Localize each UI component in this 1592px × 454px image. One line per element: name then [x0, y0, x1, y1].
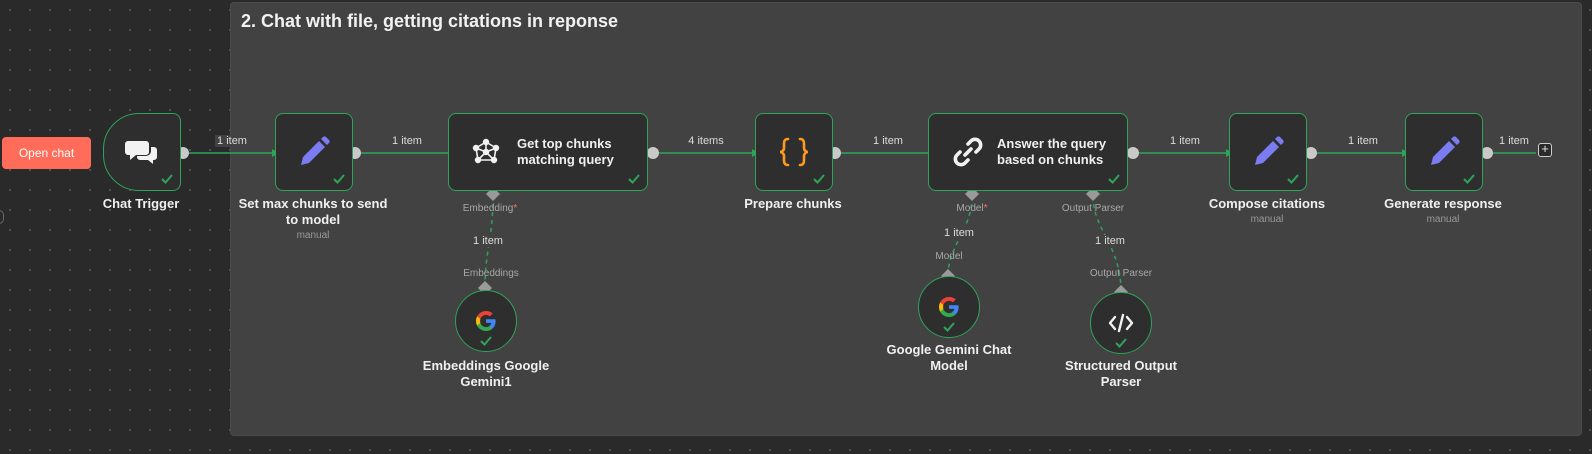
edge-label: 1 item	[942, 227, 976, 239]
checkmark-icon	[628, 174, 640, 184]
checkmark-icon	[813, 174, 825, 184]
edge-label: 1 item	[871, 135, 905, 147]
checkmark-icon	[943, 322, 955, 332]
checkmark-icon	[1463, 174, 1475, 184]
embeddings-gemini-title: Embeddings Google Gemini1	[422, 358, 550, 389]
gemini-chat-model-node[interactable]	[918, 276, 980, 338]
checkmark-icon	[1115, 338, 1127, 348]
embedding-port-label: Embedding*	[462, 203, 518, 214]
checkmark-icon	[333, 174, 345, 184]
structured-output-parser-title: Structured Output Parser	[1065, 358, 1177, 389]
chat-trigger-title: Chat Trigger	[102, 196, 180, 211]
chat-trigger-node[interactable]	[103, 113, 181, 191]
edge-label: 1 item	[471, 235, 505, 247]
google-g-icon	[474, 309, 498, 333]
edge-label: 1 item	[1497, 135, 1531, 147]
output-port	[647, 147, 659, 159]
edge-label: 4 items	[686, 135, 726, 147]
compose-citations-title: Compose citations	[1208, 196, 1326, 211]
output-parser-port-label: Output Parser	[1061, 203, 1125, 214]
link-chain-icon	[951, 135, 985, 169]
checkmark-icon	[1108, 174, 1120, 184]
answer-query-label: Answer the query based on chunks	[997, 136, 1107, 167]
gemini-chat-model-title: Google Gemini Chat Model	[886, 342, 1012, 373]
vector-store-icon	[471, 137, 501, 167]
edge-label: 1 item	[1093, 235, 1127, 247]
generate-response-subtitle: manual	[1426, 214, 1460, 225]
get-top-chunks-label: Get top chunks matching query	[517, 136, 614, 167]
prepare-chunks-title: Prepare chunks	[744, 196, 842, 211]
edge-label: 1 item	[1346, 135, 1380, 147]
pencil-icon	[1251, 135, 1285, 169]
embeddings-port-label: Embeddings	[463, 268, 519, 279]
output-port	[1127, 147, 1139, 159]
checkmark-icon	[480, 336, 492, 346]
model-in-port-label: Model	[935, 251, 963, 262]
plus-icon: +	[1541, 141, 1549, 156]
generate-response-node[interactable]	[1405, 113, 1483, 191]
google-g-icon	[937, 295, 961, 319]
chat-bubbles-icon	[125, 137, 159, 167]
edge-label: 1 item	[390, 135, 424, 147]
structured-output-parser-node[interactable]	[1090, 292, 1152, 354]
checkmark-icon	[1287, 174, 1299, 184]
prepare-chunks-node[interactable]	[755, 113, 833, 191]
edge-label: 1 item	[215, 135, 249, 147]
compose-citations-node[interactable]	[1229, 113, 1307, 191]
parser-in-port-label: Output Parser	[1089, 268, 1153, 279]
model-port-label: Model*	[956, 203, 988, 214]
add-node-button[interactable]: +	[1538, 141, 1552, 157]
embeddings-gemini-node[interactable]	[455, 290, 517, 352]
curly-braces-icon	[777, 135, 811, 169]
pencil-icon	[297, 135, 331, 169]
get-top-chunks-node[interactable]: Get top chunks matching query	[448, 113, 648, 191]
answer-query-node[interactable]: Answer the query based on chunks	[928, 113, 1128, 191]
checkmark-icon	[161, 174, 173, 184]
generate-response-title: Generate response	[1384, 196, 1502, 211]
set-max-chunks-title: Set max chunks to send to model	[238, 196, 388, 227]
edge-label: 1 item	[1168, 135, 1202, 147]
pencil-icon	[1427, 135, 1461, 169]
code-brackets-icon	[1108, 313, 1134, 333]
set-max-chunks-node[interactable]	[275, 113, 353, 191]
set-max-chunks-subtitle: manual	[296, 230, 330, 241]
compose-citations-subtitle: manual	[1250, 214, 1284, 225]
